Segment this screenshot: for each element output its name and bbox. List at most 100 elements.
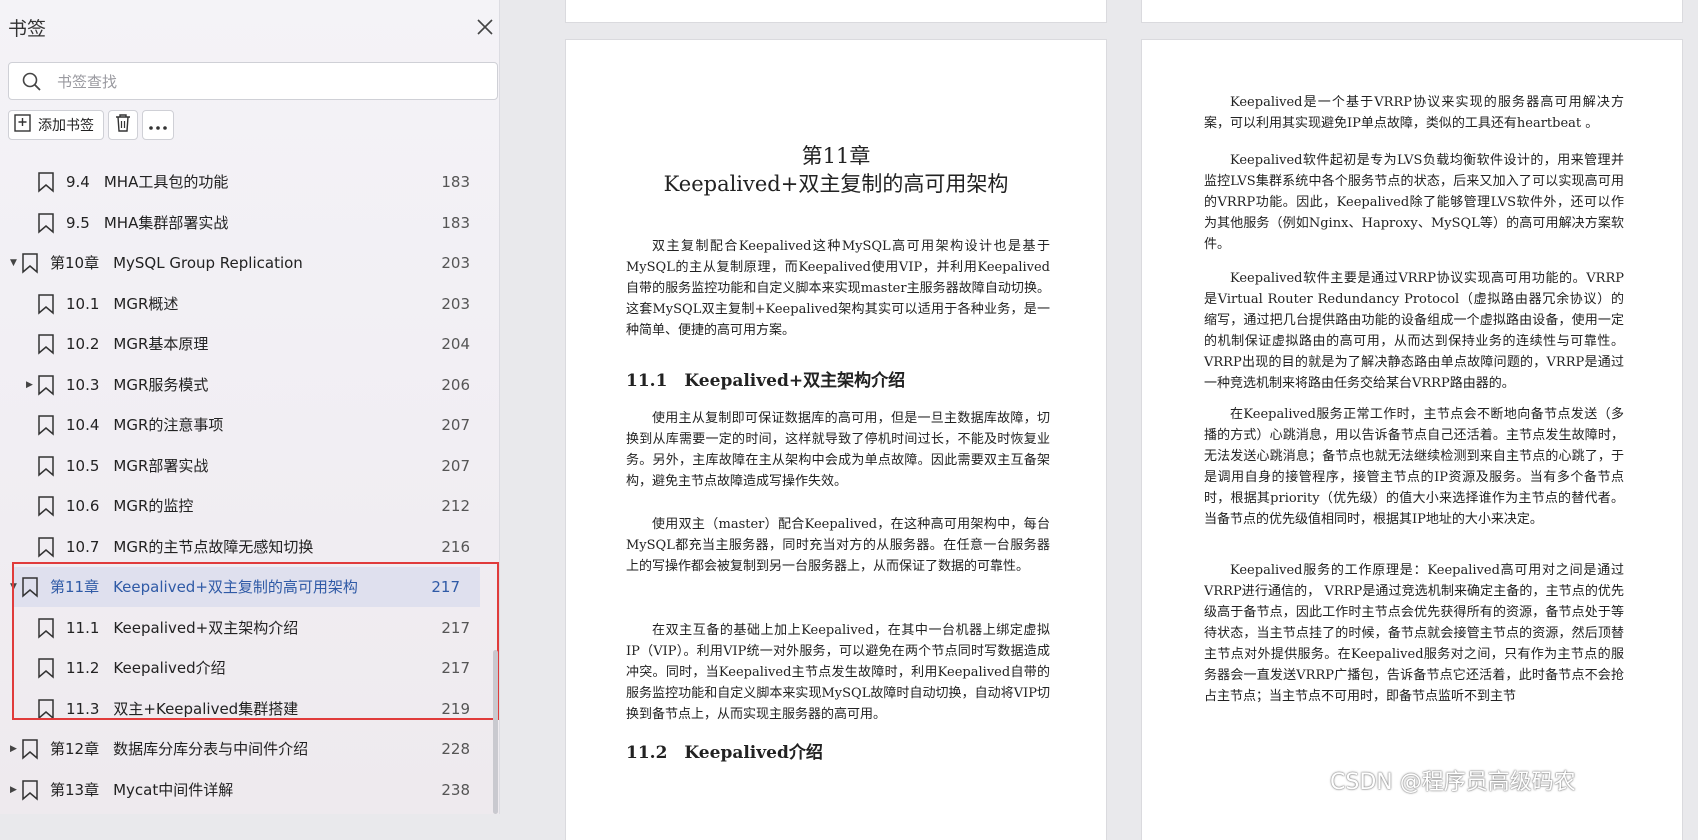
bookmark-item[interactable]: 9.4 MHA工具包的功能 183 bbox=[0, 162, 484, 202]
bookmark-icon bbox=[20, 252, 40, 274]
section-heading: 11.2 Keepalived介绍 bbox=[626, 743, 823, 763]
bookmark-icon bbox=[36, 212, 56, 234]
item-title: Keepalived+双主复制的高可用架构 bbox=[113, 578, 358, 596]
paragraph: Keepalived软件主要是通过VRRP协议实现高可用功能的。VRRP是Vir… bbox=[1204, 271, 1624, 391]
item-number: 10.5 bbox=[66, 456, 100, 475]
item-page: 204 bbox=[441, 335, 470, 353]
item-number: 第10章 bbox=[50, 254, 100, 272]
bookmark-chapter[interactable]: ▼ 第10章 MySQL Group Replication 203 bbox=[0, 243, 484, 283]
item-title: MGR部署实战 bbox=[113, 456, 209, 475]
bookmark-item[interactable]: 11.2 Keepalived介绍 217 bbox=[0, 648, 484, 688]
item-number: 第13章 bbox=[50, 780, 100, 799]
bookmark-item[interactable]: 10.7 MGR的主节点故障无感知切换 216 bbox=[0, 527, 484, 567]
page-left: 第11章 Keepalived+双主复制的高可用架构 双主复制配合Keepali… bbox=[566, 40, 1106, 840]
bookmark-chapter[interactable]: ▶ 第12章 数据库分库分表与中间件介绍 228 bbox=[0, 729, 484, 769]
bookmark-item[interactable]: 10.4 MGR的注意事项 207 bbox=[0, 405, 484, 445]
paragraph: Keepalived是一个基于VRRP协议来实现的服务器高可用解决方案，可以利用… bbox=[1204, 95, 1624, 131]
item-title: MGR的主节点故障无感知切换 bbox=[113, 537, 314, 556]
item-page: 203 bbox=[441, 294, 470, 313]
item-page: 183 bbox=[441, 213, 470, 232]
add-bookmark-icon bbox=[13, 113, 33, 137]
collapsed-caret-icon[interactable]: ▶ bbox=[10, 744, 20, 754]
item-number: 11.1 bbox=[66, 618, 100, 637]
bookmark-panel: 书签 添加书签 9.4MHA工具包的功能 183 9.5MH bbox=[0, 0, 500, 814]
add-bookmark-button[interactable]: 添加书签 bbox=[8, 110, 104, 140]
item-page: 183 bbox=[441, 173, 470, 191]
more-options-button[interactable] bbox=[142, 110, 174, 140]
bookmark-icon bbox=[20, 576, 40, 598]
item-number: 第11章 bbox=[50, 578, 100, 596]
item-title: MGR服务模式 bbox=[113, 375, 209, 394]
item-number: 10.2 bbox=[66, 335, 100, 353]
item-page: 207 bbox=[441, 456, 470, 475]
item-page: 228 bbox=[441, 740, 470, 758]
item-page: 212 bbox=[441, 497, 470, 515]
bookmark-item[interactable]: 9.5 MHA集群部署实战 183 bbox=[0, 203, 484, 243]
paragraph: 在双主互备的基础上加上Keepalived，在其中一台机器上绑定虚拟IP（VIP… bbox=[626, 623, 1050, 722]
bookmark-item[interactable]: 10.1 MGR概述 203 bbox=[0, 284, 484, 324]
previous-page-left bbox=[566, 0, 1106, 22]
delete-bookmark-button[interactable] bbox=[108, 110, 138, 140]
expanded-caret-icon[interactable]: ▼ bbox=[10, 582, 20, 592]
bookmark-chapter-selected[interactable]: ▼ 第11章 Keepalived+双主复制的高可用架构 217 bbox=[10, 567, 480, 607]
bookmark-item[interactable]: 11.1 Keepalived+双主架构介绍 217 bbox=[0, 608, 484, 648]
item-title: Keepalived+双主架构介绍 bbox=[113, 618, 299, 637]
add-bookmark-label: 添加书签 bbox=[38, 118, 94, 134]
item-number: 10.6 bbox=[66, 497, 100, 515]
watermark: CSDN @程序员高级码农 bbox=[1330, 770, 1576, 795]
bookmark-item[interactable]: ▶ 10.3 MGR服务模式 206 bbox=[0, 365, 484, 405]
document-viewer[interactable]: 第11章 Keepalived+双主复制的高可用架构 双主复制配合Keepali… bbox=[500, 0, 1698, 840]
more-icon bbox=[148, 116, 168, 135]
item-page: 217 bbox=[431, 578, 460, 596]
collapsed-caret-icon[interactable]: ▶ bbox=[10, 785, 20, 795]
item-page: 217 bbox=[441, 618, 470, 637]
bookmark-icon bbox=[36, 657, 56, 679]
bookmark-item[interactable]: 11.3 双主+Keepalived集群搭建 219 bbox=[0, 689, 484, 729]
item-number: 10.7 bbox=[66, 537, 100, 556]
paragraph: 在Keepalived服务正常工作时，主节点会不断地向备节点发送（多播的方式）心… bbox=[1204, 407, 1624, 527]
item-title: MGR概述 bbox=[113, 294, 179, 313]
item-number: 10.4 bbox=[66, 416, 100, 434]
item-number: 9.5 bbox=[66, 213, 90, 232]
item-title: Mycat中间件详解 bbox=[113, 780, 234, 799]
panel-title: 书签 bbox=[8, 18, 47, 40]
paragraph: 使用主从复制即可保证数据库的高可用，但是一旦主数据库故障，切换到从库需要一定的时… bbox=[626, 411, 1050, 489]
bookmark-icon bbox=[36, 333, 56, 355]
item-title: MGR的监控 bbox=[113, 497, 194, 515]
item-title: MHA工具包的功能 bbox=[103, 173, 229, 191]
item-number: 9.4 bbox=[66, 173, 90, 191]
section-heading: 11.1 Keepalived+双主架构介绍 bbox=[626, 371, 906, 391]
bookmark-search[interactable] bbox=[8, 62, 498, 100]
item-page: 206 bbox=[441, 375, 470, 394]
previous-page-right bbox=[1142, 0, 1682, 22]
item-number: 11.2 bbox=[66, 659, 100, 677]
bookmark-item[interactable]: 10.6 MGR的监控 212 bbox=[0, 486, 484, 526]
collapsed-caret-icon[interactable]: ▶ bbox=[26, 380, 36, 390]
item-page: 203 bbox=[441, 254, 470, 272]
expanded-caret-icon[interactable]: ▼ bbox=[10, 258, 20, 268]
chapter-number: 第11章 bbox=[801, 144, 871, 168]
paragraph: Keepalived软件起初是专为LVS负载均衡软件设计的，用来管理并监控LVS… bbox=[1204, 153, 1624, 252]
sidebar-scrollbar[interactable] bbox=[493, 650, 498, 814]
search-input[interactable] bbox=[55, 69, 479, 95]
trash-icon bbox=[114, 113, 132, 137]
bookmark-icon bbox=[36, 455, 56, 477]
intro-paragraph: 双主复制配合Keepalived这种MySQL高可用架构设计也是基于MySQL的… bbox=[626, 239, 1050, 338]
item-number: 11.3 bbox=[66, 699, 100, 718]
chapter-title: Keepalived+双主复制的高可用架构 bbox=[663, 172, 1009, 196]
item-page: 238 bbox=[441, 780, 470, 799]
item-number: 10.1 bbox=[66, 294, 100, 313]
close-icon[interactable] bbox=[472, 14, 498, 40]
bookmark-icon bbox=[36, 617, 56, 639]
bookmark-chapter[interactable]: ▶ 第13章 Mycat中间件详解 238 bbox=[0, 770, 484, 810]
item-title: MySQL Group Replication bbox=[113, 254, 303, 272]
bookmark-item[interactable]: 10.5 MGR部署实战 207 bbox=[0, 446, 484, 486]
item-page: 217 bbox=[441, 659, 470, 677]
item-title: 数据库分库分表与中间件介绍 bbox=[113, 740, 309, 758]
bookmark-icon bbox=[36, 698, 56, 720]
item-title: MHA集群部署实战 bbox=[103, 213, 229, 232]
bookmark-item[interactable]: 10.2 MGR基本原理 204 bbox=[0, 324, 484, 364]
item-title: MGR基本原理 bbox=[113, 335, 209, 353]
item-number: 10.3 bbox=[66, 375, 100, 394]
item-page: 207 bbox=[441, 416, 470, 434]
